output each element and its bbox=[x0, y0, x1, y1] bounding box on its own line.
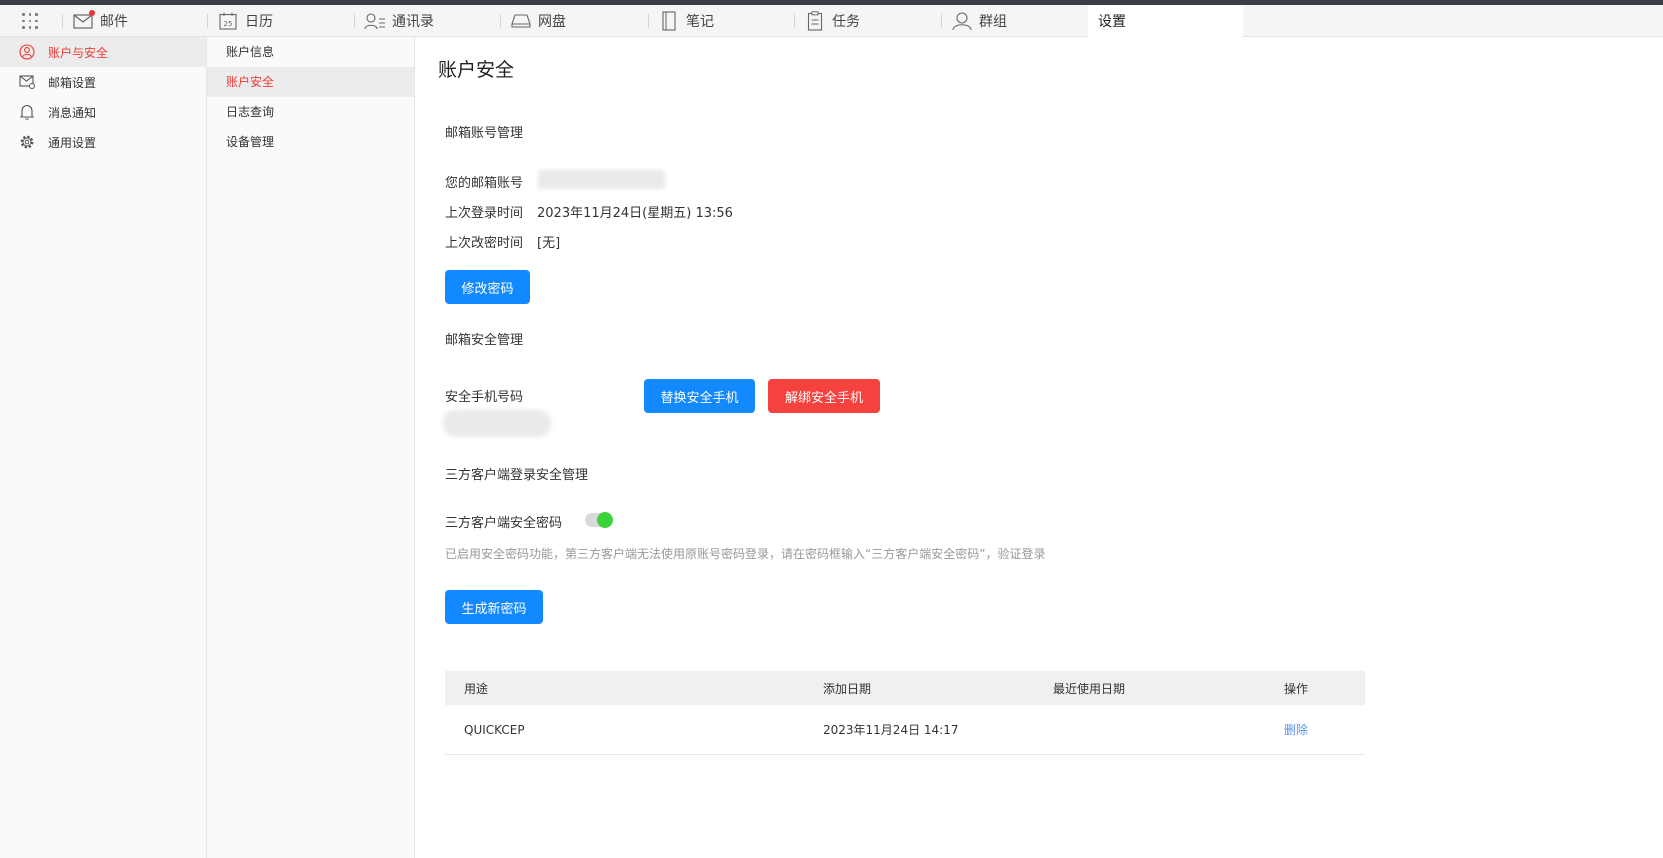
svg-text:25: 25 bbox=[224, 20, 233, 28]
third-party-password-row: 三方客户端安全密码 bbox=[445, 512, 562, 531]
col-action: 操作 bbox=[1284, 681, 1309, 696]
mail-settings-icon bbox=[19, 74, 35, 90]
security-phone-row: 安全手机号码 bbox=[445, 386, 523, 405]
col-added-date: 添加日期 bbox=[823, 681, 872, 696]
tab-drive-label: 网盘 bbox=[538, 14, 566, 30]
tab-settings-label: 设置 bbox=[1098, 14, 1126, 30]
sidebar-item-notifications[interactable]: 消息通知 bbox=[0, 97, 206, 127]
tab-groups[interactable]: 群组 bbox=[941, 5, 1096, 37]
top-nav-bar: 邮件 25 日历 通讯录 网盘 笔记 任务 群组 设置 bbox=[0, 5, 1663, 37]
email-account-row: 您的邮箱账号 bbox=[445, 172, 537, 191]
last-login-label: 上次登录时间 bbox=[445, 206, 524, 221]
subnav-item-account-security[interactable]: 账户安全 bbox=[207, 67, 414, 97]
replace-phone-button[interactable]: 替换安全手机 bbox=[644, 379, 755, 413]
calendar-icon: 25 bbox=[217, 10, 239, 32]
app-grid-icon[interactable] bbox=[22, 13, 40, 31]
tab-tasks[interactable]: 任务 bbox=[794, 5, 949, 37]
bell-icon bbox=[19, 104, 35, 120]
change-password-button[interactable]: 修改密码 bbox=[445, 270, 530, 304]
sidebar-item-label: 通用设置 bbox=[48, 135, 97, 150]
tab-groups-label: 群组 bbox=[979, 14, 1007, 30]
sidebar-item-label: 账户与安全 bbox=[48, 45, 109, 60]
redacted-phone bbox=[443, 410, 551, 437]
col-last-used: 最近使用日期 bbox=[1053, 681, 1126, 696]
user-icon bbox=[19, 44, 35, 60]
settings-sidebar: 账户与安全 邮箱设置 消息通知 通用设置 bbox=[0, 37, 207, 858]
toggle-knob bbox=[597, 512, 613, 528]
notes-icon bbox=[658, 10, 680, 32]
table-row: QUICKCEP 2023年11月24日 14:17 删除 bbox=[445, 705, 1365, 755]
gear-icon bbox=[19, 134, 35, 150]
tab-mail-label: 邮件 bbox=[100, 14, 128, 30]
generate-password-button[interactable]: 生成新密码 bbox=[445, 590, 543, 624]
drive-icon bbox=[510, 10, 532, 32]
delete-link[interactable]: 删除 bbox=[1284, 705, 1308, 754]
sidebar-item-general-settings[interactable]: 通用设置 bbox=[0, 127, 206, 157]
cell-purpose: QUICKCEP bbox=[464, 722, 525, 737]
tasks-icon bbox=[804, 10, 826, 32]
security-section-title: 邮箱安全管理 bbox=[445, 333, 524, 348]
subnav-item-device-management[interactable]: 设备管理 bbox=[207, 127, 414, 157]
tab-mail[interactable]: 邮件 bbox=[62, 5, 217, 37]
last-password-change-row: 上次改密时间 [无] bbox=[445, 232, 560, 251]
tab-contacts[interactable]: 通讯录 bbox=[354, 5, 509, 37]
tab-contacts-label: 通讯录 bbox=[392, 14, 434, 30]
tab-drive[interactable]: 网盘 bbox=[500, 5, 655, 37]
security-phone-label: 安全手机号码 bbox=[445, 390, 524, 405]
settings-subnav: 账户信息 账户安全 日志查询 设备管理 bbox=[207, 37, 415, 858]
sidebar-item-mail-settings[interactable]: 邮箱设置 bbox=[0, 67, 206, 97]
third-party-password-label: 三方客户端安全密码 bbox=[445, 516, 563, 531]
sidebar-item-account-security[interactable]: 账户与安全 bbox=[0, 37, 206, 67]
unread-badge bbox=[89, 10, 95, 16]
main-content: 账户安全 邮箱账号管理 您的邮箱账号 上次登录时间 2023年11月24日(星期… bbox=[415, 37, 1663, 858]
tab-notes-label: 笔记 bbox=[686, 14, 714, 30]
tab-tasks-label: 任务 bbox=[832, 14, 860, 30]
third-party-section-title: 三方客户端登录安全管理 bbox=[445, 468, 589, 483]
last-password-change-label: 上次改密时间 bbox=[445, 236, 524, 251]
tab-notes[interactable]: 笔记 bbox=[648, 5, 803, 37]
sidebar-item-label: 消息通知 bbox=[48, 105, 97, 120]
third-party-password-toggle[interactable] bbox=[585, 512, 613, 528]
table-header: 用途 添加日期 最近使用日期 操作 bbox=[445, 671, 1365, 705]
last-login-value: 2023年11月24日(星期五) 13:56 bbox=[537, 206, 733, 221]
tab-calendar-label: 日历 bbox=[245, 14, 273, 30]
email-account-label: 您的邮箱账号 bbox=[445, 176, 524, 191]
col-purpose: 用途 bbox=[464, 681, 489, 696]
third-party-hint: 已启用安全密码功能，第三方客户端无法使用原账号密码登录，请在密码框输入“三方客户… bbox=[445, 547, 1046, 561]
sidebar-item-label: 邮箱设置 bbox=[48, 75, 97, 90]
redacted-email bbox=[538, 170, 665, 189]
cell-added-date: 2023年11月24日 14:17 bbox=[823, 723, 959, 737]
unbind-phone-button[interactable]: 解绑安全手机 bbox=[768, 379, 880, 413]
mail-icon bbox=[72, 10, 95, 32]
subnav-item-account-info[interactable]: 账户信息 bbox=[207, 37, 414, 67]
client-password-table: 用途 添加日期 最近使用日期 操作 QUICKCEP 2023年11月24日 1… bbox=[445, 671, 1365, 755]
account-section-title: 邮箱账号管理 bbox=[445, 126, 524, 141]
tab-calendar[interactable]: 25 日历 bbox=[207, 5, 362, 37]
groups-icon bbox=[951, 10, 973, 32]
contacts-icon bbox=[364, 10, 386, 32]
last-password-change-value: [无] bbox=[537, 236, 561, 251]
last-login-row: 上次登录时间 2023年11月24日(星期五) 13:56 bbox=[445, 202, 733, 221]
tab-settings[interactable]: 设置 bbox=[1088, 5, 1243, 37]
page-title: 账户安全 bbox=[438, 59, 515, 81]
subnav-item-log-query[interactable]: 日志查询 bbox=[207, 97, 414, 127]
